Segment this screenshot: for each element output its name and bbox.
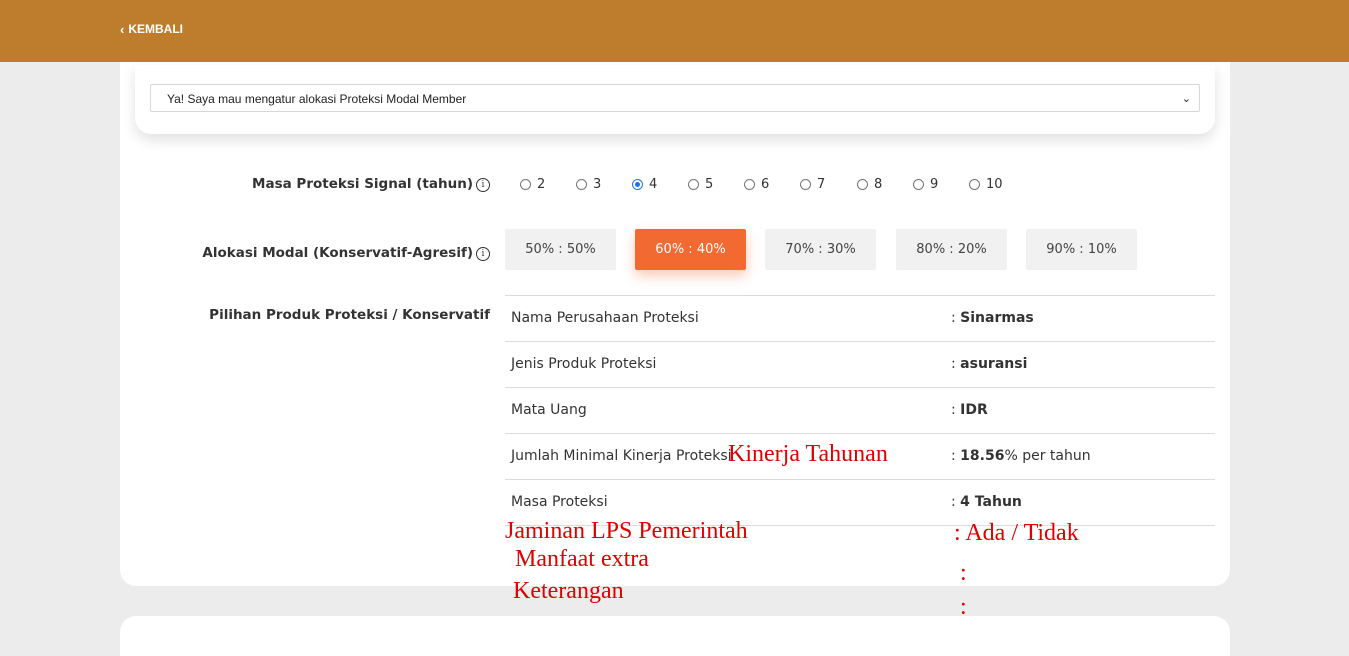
radio-circle[interactable] xyxy=(969,179,980,190)
alokasi-modal-label: Alokasi Modal (Konservatif-Agresif) i xyxy=(120,245,490,261)
radio-label: 3 xyxy=(593,177,602,192)
info-icon[interactable]: i xyxy=(476,178,490,192)
annotation-colon-2: : xyxy=(960,594,967,620)
alokasi-option-button[interactable]: 60% : 40% xyxy=(635,229,746,270)
table-row: Nama Perusahaan Proteksi: Sinarmas xyxy=(505,295,1215,341)
main-card: Ya! Saya mau mengatur alokasi Proteksi M… xyxy=(120,62,1230,586)
row-value-prefix: : xyxy=(951,448,961,464)
masa-proteksi-radio-8[interactable]: 8 xyxy=(857,177,882,192)
select-container: Ya! Saya mau mengatur alokasi Proteksi M… xyxy=(135,65,1215,134)
row-value: : Sinarmas xyxy=(951,310,1034,326)
row-value-prefix: : xyxy=(951,310,961,326)
radio-circle[interactable] xyxy=(800,179,811,190)
radio-circle[interactable] xyxy=(688,179,699,190)
row-key: Nama Perusahaan Proteksi xyxy=(511,310,699,326)
alokasi-option-button[interactable]: 70% : 30% xyxy=(765,229,876,270)
row-value-bold: 4 Tahun xyxy=(960,494,1022,510)
alokasi-option-button[interactable]: 90% : 10% xyxy=(1026,229,1137,270)
row-key: Jenis Produk Proteksi xyxy=(511,356,657,372)
secondary-card xyxy=(120,616,1230,656)
masa-proteksi-radio-2[interactable]: 2 xyxy=(520,177,545,192)
row-value: : 18.56% per tahun xyxy=(951,448,1091,464)
row-value-prefix: : xyxy=(951,494,961,510)
radio-circle[interactable] xyxy=(632,179,643,190)
row-value: : IDR xyxy=(951,402,988,418)
radio-label: 4 xyxy=(649,177,658,192)
radio-label: 8 xyxy=(874,177,883,192)
row-key: Mata Uang xyxy=(511,402,587,418)
annotation-kinerja: Kinerja Tahunan xyxy=(728,441,888,467)
radio-label: 7 xyxy=(817,177,826,192)
table-row: Mata Uang: IDR xyxy=(505,387,1215,433)
annotation-colon-1: : xyxy=(960,560,967,586)
row-value-bold: 18.56 xyxy=(960,448,1005,464)
radio-circle[interactable] xyxy=(576,179,587,190)
row-value-bold: IDR xyxy=(960,402,988,418)
back-label: KEMBALI xyxy=(128,22,184,36)
proteksi-modal-select[interactable]: Ya! Saya mau mengatur alokasi Proteksi M… xyxy=(150,84,1200,112)
radio-circle[interactable] xyxy=(520,179,531,190)
row-key: Masa Proteksi xyxy=(511,494,608,510)
radio-label: 2 xyxy=(537,177,546,192)
select-value: Ya! Saya mau mengatur alokasi Proteksi M… xyxy=(167,92,467,106)
row-value-bold: asuransi xyxy=(960,356,1028,372)
radio-circle[interactable] xyxy=(744,179,755,190)
alokasi-label-text: Alokasi Modal (Konservatif-Agresif) xyxy=(202,245,473,261)
annotation-ada-tidak: : Ada / Tidak xyxy=(954,520,1079,546)
alokasi-option-button[interactable]: 50% : 50% xyxy=(505,229,616,270)
masa-proteksi-radio-10[interactable]: 10 xyxy=(969,177,1003,192)
produk-table: Nama Perusahaan Proteksi: Sinarmas Jenis … xyxy=(505,295,1215,526)
chevron-left-icon: ‹ xyxy=(120,21,125,37)
row-value-prefix: : xyxy=(951,402,961,418)
row-value-prefix: : xyxy=(951,356,961,372)
radio-label: 5 xyxy=(705,177,714,192)
masa-proteksi-radio-9[interactable]: 9 xyxy=(913,177,938,192)
masa-proteksi-radio-3[interactable]: 3 xyxy=(576,177,601,192)
radio-circle[interactable] xyxy=(913,179,924,190)
row-value: : 4 Tahun xyxy=(951,494,1022,510)
radio-circle[interactable] xyxy=(857,179,868,190)
radio-label: 10 xyxy=(986,177,1003,192)
alokasi-option-button[interactable]: 80% : 20% xyxy=(896,229,1007,270)
annotation-keterangan: Keterangan xyxy=(513,578,624,604)
table-row: Jenis Produk Proteksi: asuransi xyxy=(505,341,1215,387)
masa-proteksi-label-text: Masa Proteksi Signal (tahun) xyxy=(252,176,473,192)
row-value-suffix: % per tahun xyxy=(1004,448,1091,464)
produk-label: Pilihan Produk Proteksi / Konservatif xyxy=(209,307,490,323)
top-bar: ‹ KEMBALI xyxy=(0,0,1349,62)
row-key: Jumlah Minimal Kinerja Proteksi xyxy=(511,448,732,464)
back-button[interactable]: ‹ KEMBALI xyxy=(120,22,183,36)
chevron-down-icon: ⌄ xyxy=(1181,93,1191,105)
annotation-manfaat: Manfaat extra xyxy=(515,546,649,572)
masa-proteksi-radio-4[interactable]: 4 xyxy=(632,177,657,192)
masa-proteksi-radio-6[interactable]: 6 xyxy=(744,177,769,192)
masa-proteksi-label: Masa Proteksi Signal (tahun) i xyxy=(120,176,490,192)
masa-proteksi-radio-7[interactable]: 7 xyxy=(800,177,825,192)
row-value: : asuransi xyxy=(951,356,1027,372)
annotation-jaminan: Jaminan LPS Pemerintah xyxy=(505,518,748,544)
radio-label: 6 xyxy=(761,177,770,192)
row-value-bold: Sinarmas xyxy=(960,310,1034,326)
info-icon[interactable]: i xyxy=(476,247,490,261)
masa-proteksi-radio-5[interactable]: 5 xyxy=(688,177,713,192)
radio-label: 9 xyxy=(930,177,939,192)
